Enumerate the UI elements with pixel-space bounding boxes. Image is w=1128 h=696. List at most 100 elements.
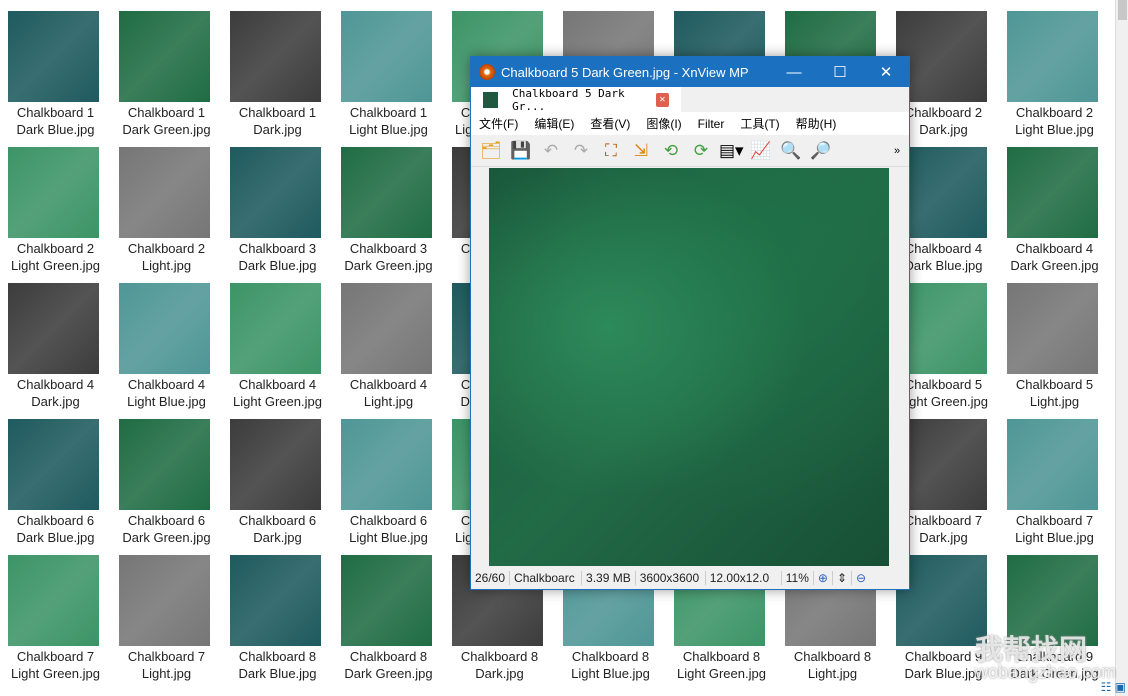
menu-file[interactable]: 文件(F) (471, 115, 526, 132)
image-canvas[interactable] (489, 168, 889, 566)
scrollbar-thumb[interactable] (1118, 0, 1127, 20)
file-item[interactable]: Chalkboard 5 Light.jpg (999, 272, 1110, 409)
file-item[interactable]: Chalkboard 1 Light Blue.jpg (333, 0, 444, 138)
file-thumbnail (230, 147, 321, 238)
file-item[interactable]: Chalkboard 2 Light Blue.jpg (999, 0, 1110, 137)
file-name-line1: Chalkboard 4 (238, 377, 317, 392)
menu-help[interactable]: 帮助(H) (788, 115, 845, 132)
file-name-line2: Light Blue.jpg (571, 666, 650, 681)
menu-image[interactable]: 图像(I) (638, 115, 689, 132)
levels-icon[interactable]: 📈 (749, 140, 773, 162)
file-thumbnail (8, 555, 99, 646)
minimize-button[interactable]: — (771, 64, 817, 81)
image-tab[interactable]: Chalkboard 5 Dark Gr... ✕ (471, 87, 681, 113)
watermark-url: wobangzhao.com (975, 662, 1117, 682)
file-item[interactable]: Chalkboard 6 Dark Green.jpg (111, 408, 222, 546)
file-thumbnail (119, 11, 210, 102)
file-name-line1: Chalkboard 7 (1015, 513, 1094, 528)
file-name-line1: Chalkboard 6 (127, 513, 206, 528)
file-item[interactable]: Chalkboard 3 Dark Green.jpg (333, 136, 444, 273)
file-name: Chalkboard 1 Light Blue.jpg (333, 104, 444, 138)
file-item[interactable]: Chalkboard 7 Light Blue.jpg (999, 408, 1110, 546)
tab-close-icon[interactable]: ✕ (655, 92, 669, 107)
file-name: Chalkboard 8 Dark Blue.jpg (222, 648, 333, 682)
file-name-line1: Chalkboard 1 (349, 105, 428, 120)
adjust-icon[interactable]: ▤▾ (719, 140, 744, 162)
file-name: Chalkboard 6 Light Blue.jpg (333, 512, 444, 546)
file-thumbnail (230, 555, 321, 646)
file-item[interactable]: Chalkboard 4 Light Blue.jpg (111, 272, 222, 410)
file-thumbnail (119, 147, 210, 238)
vertical-scrollbar[interactable] (1115, 0, 1128, 696)
file-name-line1: Chalkboard 2 (16, 241, 95, 256)
maximize-button[interactable]: ☐ (817, 63, 863, 81)
file-name: Chalkboard 4 Light.jpg (333, 376, 444, 410)
file-item[interactable]: Chalkboard 4 Dark Green.jpg (999, 136, 1110, 273)
file-name: Chalkboard 8 Dark Green.jpg (333, 648, 444, 682)
close-button[interactable]: ✕ (863, 63, 909, 81)
status-zoom: 11% (782, 571, 814, 585)
file-name: Chalkboard 4 Light Green.jpg (222, 376, 333, 410)
menu-tools[interactable]: 工具(T) (732, 115, 787, 132)
redo-icon[interactable]: ↷ (569, 140, 593, 162)
file-name: Chalkboard 8 Dark.jpg (444, 648, 555, 682)
file-item[interactable]: Chalkboard 8 Dark Green.jpg (333, 544, 444, 682)
zoom-in-icon[interactable]: 🔍 (779, 140, 803, 162)
file-item[interactable]: Chalkboard 4 Dark.jpg (0, 272, 111, 410)
zoom-out-button[interactable]: ⊖ (852, 571, 870, 585)
file-item[interactable]: Chalkboard 7 Light.jpg (111, 544, 222, 681)
file-thumbnail (341, 555, 432, 646)
file-name: Chalkboard 6 Dark.jpg (222, 512, 333, 546)
rotate-left-icon[interactable]: ⟲ (659, 140, 683, 162)
menu-bar: 文件(F) 编辑(E) 查看(V) 图像(I) Filter 工具(T) 帮助(… (471, 112, 909, 135)
menu-view[interactable]: 查看(V) (582, 115, 638, 132)
file-item[interactable]: Chalkboard 6 Dark.jpg (222, 408, 333, 546)
file-item[interactable]: Chalkboard 1 Dark Green.jpg (111, 0, 222, 137)
file-item[interactable]: Chalkboard 2 Light.jpg (111, 136, 222, 273)
file-name-line1: Chalkboard 8 (793, 649, 872, 664)
file-name-line1: Chalkboard 6 (238, 513, 317, 528)
file-item[interactable]: Chalkboard 1 Dark Blue.jpg (0, 0, 111, 138)
file-name: Chalkboard 4 Light Blue.jpg (111, 376, 222, 410)
crop-icon[interactable]: ⛶ (599, 140, 623, 162)
file-item[interactable]: Chalkboard 4 Light Green.jpg (222, 272, 333, 410)
file-item[interactable]: Chalkboard 8 Dark Blue.jpg (222, 544, 333, 682)
status-bar: 26/60 Chalkboarc 3.39 MB 3600x3600 12.00… (471, 567, 909, 589)
file-item[interactable]: Chalkboard 2 Light Green.jpg (0, 136, 111, 273)
file-name: Chalkboard 4 Dark.jpg (0, 376, 111, 410)
tab-thumbnail-icon (483, 91, 499, 108)
zoom-1to1-icon[interactable]: 🔎 (809, 140, 833, 162)
resize-icon[interactable]: ⇲ (629, 140, 653, 162)
zoom-stepper[interactable]: ⇕ (833, 571, 852, 585)
file-item[interactable]: Chalkboard 6 Light Blue.jpg (333, 408, 444, 546)
file-thumbnail (1007, 11, 1098, 102)
status-filename: Chalkboarc (510, 571, 583, 585)
file-name-line1: Chalkboard 8 (238, 649, 317, 664)
file-thumbnail (341, 147, 432, 238)
file-name: Chalkboard 6 Dark Green.jpg (111, 512, 222, 546)
file-name-line1: Chalkboard 4 (16, 377, 95, 392)
file-item[interactable]: Chalkboard 7 Light Green.jpg (0, 544, 111, 681)
file-item[interactable]: Chalkboard 1 Dark.jpg (222, 0, 333, 137)
file-name: Chalkboard 3 Dark Blue.jpg (222, 240, 333, 274)
zoom-in-button[interactable]: ⊕ (814, 571, 833, 585)
toolbar-overflow-icon[interactable]: » (885, 140, 909, 162)
save-icon[interactable]: 💾 (509, 140, 533, 162)
file-thumbnail (8, 419, 99, 510)
file-item[interactable]: Chalkboard 3 Dark Blue.jpg (222, 136, 333, 274)
rotate-right-icon[interactable]: ⟳ (689, 140, 713, 162)
undo-icon[interactable]: ↶ (539, 140, 563, 162)
menu-filter[interactable]: Filter (690, 117, 733, 131)
file-item[interactable]: Chalkboard 4 Light.jpg (333, 272, 444, 410)
browser-icon[interactable]: 🗂 (479, 140, 503, 162)
file-name-line2: Light Green.jpg (677, 666, 766, 681)
file-thumbnail (119, 555, 210, 646)
menu-edit[interactable]: 编辑(E) (526, 115, 582, 132)
file-name: Chalkboard 1 Dark Blue.jpg (0, 104, 111, 138)
file-name: Chalkboard 8 Light Blue.jpg (555, 648, 666, 682)
file-item[interactable]: Chalkboard 6 Dark Blue.jpg (0, 408, 111, 545)
file-name-line1: Chalkboard 8 (571, 649, 650, 664)
file-name: Chalkboard 7 Light Blue.jpg (999, 512, 1110, 546)
status-filesize: 3.39 MB (582, 571, 636, 585)
file-name-line2: Dark Blue.jpg (238, 666, 317, 681)
